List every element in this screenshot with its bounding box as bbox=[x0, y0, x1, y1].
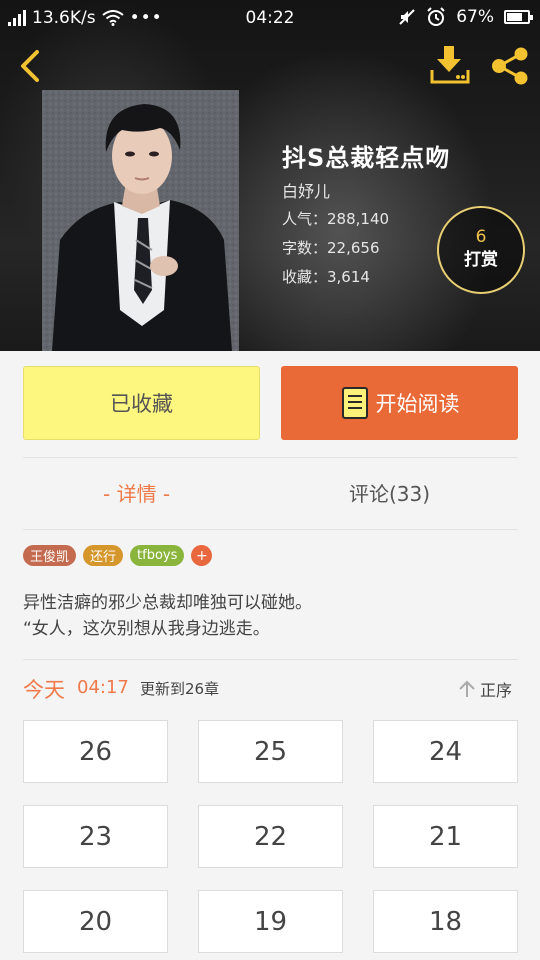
sort-order-button[interactable]: 正序 bbox=[458, 677, 512, 701]
book-description: 异性洁癖的邪少总裁却唯独可以碰她。 “女人，这次别想从我身边逃走。 bbox=[23, 590, 523, 642]
tag-haixing[interactable]: 还行 bbox=[83, 545, 124, 566]
cover-image bbox=[42, 90, 239, 351]
tag-wangjunkai[interactable]: 王俊凯 bbox=[23, 545, 77, 566]
share-icon bbox=[492, 47, 528, 85]
sort-order-label: 正序 bbox=[480, 681, 513, 700]
divider-top bbox=[23, 457, 518, 458]
mute-icon bbox=[399, 9, 415, 25]
chapter-button[interactable]: 22 bbox=[198, 805, 343, 868]
battery-icon bbox=[504, 10, 533, 24]
favorited-label: 已收藏 bbox=[110, 392, 173, 416]
status-right: 67% bbox=[398, 7, 533, 27]
popularity-stat: 人气：288,140 bbox=[282, 210, 390, 228]
chapter-button[interactable]: 25 bbox=[198, 720, 343, 783]
description-line-2: “女人，这次别想从我身边逃走。 bbox=[23, 619, 270, 639]
download-icon bbox=[430, 46, 470, 84]
tag-tfboys[interactable]: tfboys bbox=[130, 545, 185, 566]
favorited-button[interactable]: 已收藏 bbox=[23, 366, 260, 440]
share-button[interactable] bbox=[488, 46, 532, 86]
back-button[interactable] bbox=[12, 46, 48, 86]
reward-label: 打赏 bbox=[464, 250, 498, 270]
reward-count: 6 bbox=[475, 227, 487, 247]
book-cover[interactable] bbox=[42, 90, 239, 351]
arrow-up-icon bbox=[459, 680, 475, 697]
update-day: 今天 bbox=[23, 678, 65, 702]
book-header: 13.6K/s ••• 04:22 67% 抖S总裁轻点吻 白妤儿 人气：288… bbox=[0, 0, 540, 351]
chapter-button[interactable]: 20 bbox=[23, 890, 168, 953]
status-bar: 13.6K/s ••• 04:22 67% bbox=[0, 0, 540, 38]
book-title: 抖S总裁轻点吻 bbox=[282, 144, 451, 172]
chapter-button[interactable]: 24 bbox=[373, 720, 518, 783]
tag-list: 王俊凯 还行 tfboys + bbox=[23, 545, 213, 566]
tab-detail[interactable]: - 详情 - bbox=[103, 478, 170, 507]
chapter-button[interactable]: 18 bbox=[373, 890, 518, 953]
divider-tabs bbox=[23, 529, 518, 530]
reward-button[interactable]: 6 打赏 bbox=[437, 206, 525, 294]
start-reading-label: 开始阅读 bbox=[375, 392, 460, 416]
description-line-1: 异性洁癖的邪少总裁却唯独可以碰她。 bbox=[23, 593, 312, 613]
divider-desc bbox=[23, 659, 518, 660]
book-author[interactable]: 白妤儿 bbox=[282, 178, 330, 202]
chapter-button[interactable]: 21 bbox=[373, 805, 518, 868]
tab-comments[interactable]: 评论(33) bbox=[349, 478, 430, 507]
chapter-button[interactable]: 23 bbox=[23, 805, 168, 868]
download-button[interactable] bbox=[428, 44, 472, 86]
chapter-button[interactable]: 26 bbox=[23, 720, 168, 783]
chevron-left-icon bbox=[21, 50, 39, 82]
battery-percent: 67% bbox=[456, 7, 494, 27]
alarm-icon bbox=[427, 7, 445, 26]
word-count-stat: 字数：22,656 bbox=[282, 239, 380, 257]
chapter-button[interactable]: 19 bbox=[198, 890, 343, 953]
start-reading-button[interactable]: 开始阅读 bbox=[281, 366, 518, 440]
book-icon bbox=[341, 387, 368, 419]
add-tag-button[interactable]: + bbox=[191, 545, 213, 566]
update-time: 04:17 bbox=[77, 677, 129, 698]
update-text: 更新到26章 bbox=[140, 680, 220, 698]
favorites-stat: 收藏：3,614 bbox=[282, 268, 370, 286]
